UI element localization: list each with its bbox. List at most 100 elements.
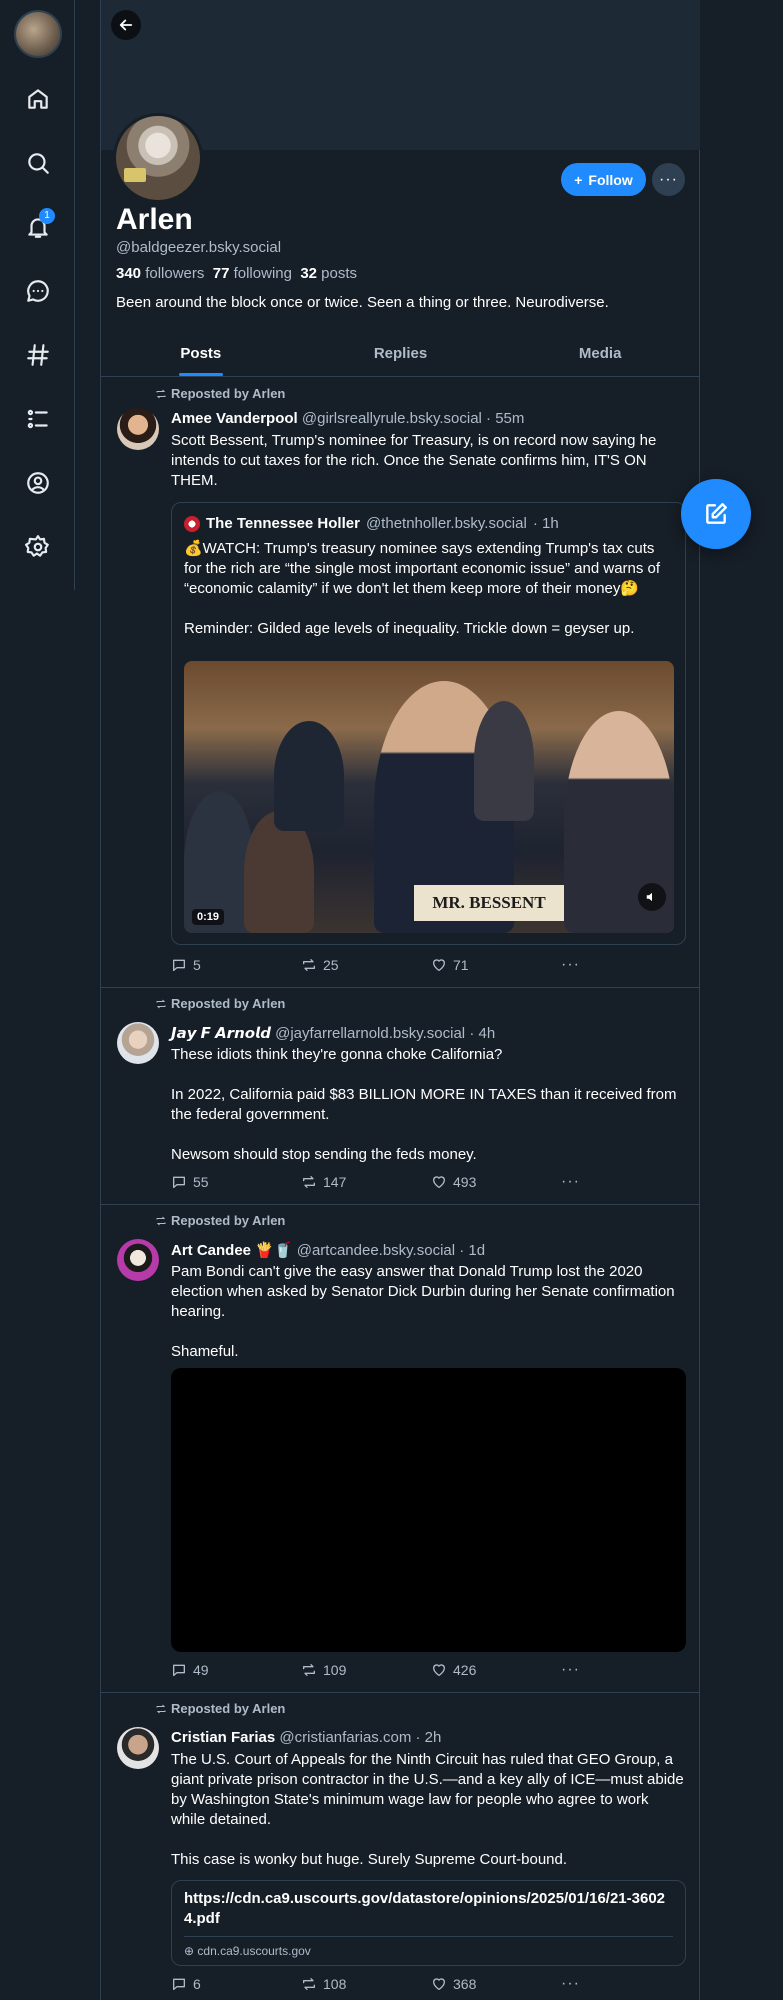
feed-post[interactable]: Reposted by Arlen Art Candee 🍟🥤 @artcand… bbox=[101, 1205, 700, 1693]
like-button[interactable]: 368 bbox=[431, 1975, 561, 1993]
repost-button[interactable]: 108 bbox=[301, 1975, 431, 1993]
video-figure bbox=[474, 701, 534, 821]
author-avatar[interactable] bbox=[117, 408, 159, 450]
video-figure bbox=[274, 721, 344, 831]
repost-indicator: Reposted by Arlen bbox=[155, 996, 285, 1011]
repost-icon bbox=[156, 1704, 166, 1713]
reply-icon bbox=[173, 1176, 185, 1188]
video-player[interactable] bbox=[171, 1368, 686, 1652]
author-avatar[interactable] bbox=[117, 1727, 159, 1769]
repost-indicator: Reposted by Arlen bbox=[155, 1213, 285, 1228]
followers-link[interactable]: 340 followers bbox=[116, 265, 204, 282]
profile-more-button[interactable]: ··· bbox=[652, 163, 685, 196]
speaker-icon bbox=[646, 892, 652, 902]
like-button[interactable]: 493 bbox=[431, 1173, 561, 1191]
link-domain: ⊕ cdn.ca9.uscourts.gov bbox=[184, 1944, 311, 1958]
link-card[interactable]: https://cdn.ca9.uscourts.gov/datastore/o… bbox=[171, 1880, 686, 1966]
repost-indicator: Reposted by Arlen bbox=[155, 1701, 285, 1716]
like-button[interactable]: 71 bbox=[431, 956, 561, 974]
quoted-post[interactable]: The Tennessee Holler @thetnholler.bsky.s… bbox=[171, 502, 686, 945]
author-handle[interactable]: @jayfarrellarnold.bsky.social bbox=[275, 1025, 465, 1042]
profile-tabs: Posts Replies Media bbox=[101, 330, 700, 377]
author-name[interactable]: Amee Vanderpool bbox=[171, 410, 298, 427]
reply-button[interactable]: 6 bbox=[171, 1975, 301, 1993]
repost-icon bbox=[303, 959, 315, 971]
post-more-button[interactable]: ··· bbox=[561, 956, 691, 974]
post-time[interactable]: · 1d bbox=[459, 1242, 485, 1259]
repost-icon bbox=[156, 1216, 166, 1225]
plus-icon: + bbox=[574, 171, 583, 188]
author-handle[interactable]: @cristianfarias.com bbox=[279, 1729, 411, 1746]
feed-post[interactable]: Reposted by Arlen Cristian Farias @crist… bbox=[101, 1693, 700, 2000]
quote-time: · 1h bbox=[532, 515, 559, 532]
follow-button[interactable]: + Follow bbox=[561, 163, 646, 196]
post-time[interactable]: · 4h bbox=[469, 1025, 495, 1042]
post-header: 𝙅𝙖𝙮 𝙁 𝘼𝙧𝙣𝙤𝙡𝙙 @jayfarrellarnold.bsky.soci… bbox=[171, 1024, 495, 1042]
list-icon[interactable] bbox=[22, 403, 54, 435]
video-timestamp: 0:19 bbox=[192, 909, 225, 925]
tab-posts[interactable]: Posts bbox=[101, 330, 301, 376]
quote-text: 💰WATCH: Trump's treasury nominee says ex… bbox=[184, 540, 661, 637]
quote-author-avatar bbox=[184, 515, 200, 532]
post-more-button[interactable]: ··· bbox=[561, 1173, 691, 1191]
user-avatar[interactable] bbox=[14, 10, 62, 58]
author-name[interactable]: Art Candee 🍟🥤 bbox=[171, 1242, 293, 1259]
post-header: Cristian Farias @cristianfarias.com · 2h bbox=[171, 1729, 441, 1746]
repost-icon bbox=[303, 1176, 315, 1188]
repost-icon bbox=[303, 1664, 315, 1676]
post-actions: 49 109 426 ··· bbox=[171, 1661, 691, 1679]
following-link[interactable]: 77 following bbox=[213, 265, 292, 282]
chat-icon[interactable] bbox=[22, 275, 54, 307]
profile-icon[interactable] bbox=[22, 467, 54, 499]
author-avatar[interactable] bbox=[117, 1239, 159, 1281]
reply-button[interactable]: 5 bbox=[171, 956, 301, 974]
video-nameplate: MR. BESSENT bbox=[414, 885, 564, 921]
reply-button[interactable]: 49 bbox=[171, 1661, 301, 1679]
like-button[interactable]: 426 bbox=[431, 1661, 561, 1679]
post-actions: 6 108 368 ··· bbox=[171, 1975, 691, 1993]
settings-icon[interactable] bbox=[22, 531, 54, 563]
tab-media[interactable]: Media bbox=[500, 330, 700, 376]
repost-button[interactable]: 25 bbox=[301, 956, 431, 974]
author-avatar[interactable] bbox=[117, 1022, 159, 1064]
reply-button[interactable]: 55 bbox=[171, 1173, 301, 1191]
arrow-left-icon bbox=[119, 19, 133, 31]
quote-author-name: The Tennessee Holler bbox=[206, 515, 360, 532]
repost-icon bbox=[303, 1978, 315, 1990]
home-icon[interactable] bbox=[22, 83, 54, 115]
heart-icon bbox=[433, 1176, 445, 1188]
pencil-square-icon bbox=[706, 503, 727, 524]
search-icon[interactable] bbox=[22, 147, 54, 179]
post-time[interactable]: · 55m bbox=[486, 410, 524, 427]
profile-handle: @baldgeezer.bsky.social bbox=[116, 239, 282, 256]
post-more-button[interactable]: ··· bbox=[561, 1661, 691, 1679]
author-name[interactable]: 𝙅𝙖𝙮 𝙁 𝘼𝙧𝙣𝙤𝙡𝙙 bbox=[171, 1025, 271, 1042]
feed-post[interactable]: Reposted by Arlen Amee Vanderpool @girls… bbox=[101, 378, 700, 988]
feed-post[interactable]: Reposted by Arlen 𝙅𝙖𝙮 𝙁 𝘼𝙧𝙣𝙤𝙡𝙙 @jayfarre… bbox=[101, 988, 700, 1205]
author-handle[interactable]: @girlsreallyrule.bsky.social bbox=[302, 410, 482, 427]
left-nav: 1 bbox=[0, 0, 75, 590]
notification-badge: 1 bbox=[39, 208, 55, 224]
bell-icon[interactable]: 1 bbox=[22, 208, 55, 243]
hashtag-icon[interactable] bbox=[22, 339, 54, 371]
mute-button[interactable] bbox=[638, 883, 666, 911]
post-time[interactable]: · 2h bbox=[416, 1729, 442, 1746]
post-actions: 55 147 493 ··· bbox=[171, 1173, 691, 1191]
back-button[interactable] bbox=[111, 10, 141, 40]
link-divider bbox=[184, 1936, 673, 1937]
post-text: The U.S. Court of Appeals for the Ninth … bbox=[171, 1751, 684, 1868]
repost-button[interactable]: 109 bbox=[301, 1661, 431, 1679]
reply-icon bbox=[173, 959, 185, 971]
link-title: https://cdn.ca9.uscourts.gov/datastore/o… bbox=[184, 1890, 666, 1927]
repost-button[interactable]: 147 bbox=[301, 1173, 431, 1191]
tab-replies[interactable]: Replies bbox=[301, 330, 501, 376]
profile-display-name: Arlen bbox=[116, 203, 193, 236]
posts-count: 32 posts bbox=[300, 265, 358, 282]
post-more-button[interactable]: ··· bbox=[561, 1975, 691, 1993]
video-player[interactable]: MR. BESSENT 0:19 bbox=[184, 661, 674, 933]
compose-button[interactable] bbox=[681, 479, 751, 549]
profile-avatar[interactable] bbox=[113, 113, 203, 203]
post-actions: 5 25 71 ··· bbox=[171, 956, 691, 974]
author-handle[interactable]: @artcandee.bsky.social bbox=[297, 1242, 455, 1259]
author-name[interactable]: Cristian Farias bbox=[171, 1729, 275, 1746]
